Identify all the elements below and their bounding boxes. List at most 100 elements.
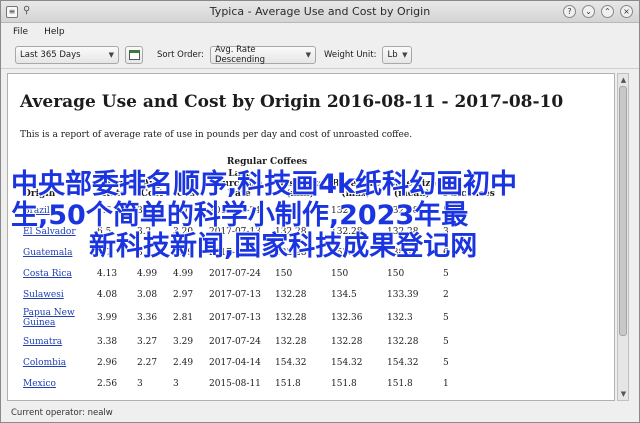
menu-help[interactable]: Help <box>44 27 65 37</box>
table-cell: 151.8 <box>387 378 413 389</box>
calendar-icon <box>128 49 140 60</box>
table-cell: 2.56 <box>97 378 118 389</box>
app-menu-icon[interactable]: ≡ <box>6 6 18 18</box>
scrollbar-thumb[interactable] <box>619 86 627 336</box>
table-cell: 2015-08-11 <box>209 378 261 389</box>
report-table: Regular Coffees Origin Avg Rate Avg Cost La… <box>20 156 498 394</box>
group-header: Regular Coffees <box>226 157 308 167</box>
table-cell: 2017-07-13 <box>209 289 261 300</box>
table-cell: 132.28 <box>387 226 419 237</box>
origin-link[interactable]: Guatemala <box>20 242 94 263</box>
table-row: Papua New Guinea 3.99 3.36 2.81 2017-07-13 13… <box>20 305 498 331</box>
scroll-down-icon[interactable]: ▼ <box>619 389 628 399</box>
table-cell: 132.28 <box>387 336 419 347</box>
table-row: Colombia 2.96 2.27 2.49 2017-04-14 154.32 154.… <box>20 352 498 373</box>
table-cell: 3.0 <box>173 205 188 216</box>
table-cell: 131.2 <box>275 205 301 216</box>
sort-order-select[interactable]: Avg. Rate Descending ▼ <box>210 44 316 65</box>
table-cell: 132.36 <box>331 313 363 323</box>
table-cell: 154.32 <box>331 357 363 368</box>
report-view[interactable]: Average Use and Cost by Origin 2016-08-1… <box>7 73 615 401</box>
table-cell: 4.99 <box>173 268 194 279</box>
table-cell: 132.28 <box>275 226 307 237</box>
column-header: Last Cost <box>176 179 200 199</box>
origin-link[interactable]: Costa Rica <box>20 263 94 284</box>
table-cell: 152.12 <box>331 247 363 258</box>
table-row: El Salvador 6.5 3.2 3.20 2017-07-13 132.28 132… <box>20 221 498 242</box>
weight-unit-label: Weight Unit: <box>324 49 377 60</box>
column-header: Avg Rate <box>102 179 126 199</box>
table-cell: 132.3 <box>331 205 357 216</box>
table-cell: 2.81 <box>173 313 194 323</box>
table-cell: 132.28 <box>331 336 363 347</box>
table-cell: 3.29 <box>173 336 194 347</box>
table-cell: 2017-07-24 <box>209 336 261 347</box>
sort-order-value: Avg. Rate Descending <box>215 44 266 65</box>
menu-file[interactable]: File <box>13 27 28 37</box>
table-cell: 3.2 <box>137 226 152 237</box>
origin-link[interactable]: Papua New Guinea <box>20 305 94 331</box>
table-cell: 2017-07-24 <box>209 247 261 258</box>
column-header: Origin <box>23 189 56 199</box>
table-cell: 132.28 <box>275 336 307 347</box>
minimize-icon[interactable]: ⌄ <box>582 5 595 18</box>
table-row: Costa Rica 4.13 4.99 4.99 2017-07-24 150 150 15… <box>20 263 498 284</box>
table-cell: 6 <box>443 247 449 258</box>
weight-unit-value: Lb <box>387 49 398 60</box>
scroll-up-icon[interactable]: ▲ <box>619 75 628 85</box>
table-cell: 150 <box>387 268 405 279</box>
table-cell: 4.7 <box>97 247 112 258</box>
column-header: Purchases <box>443 189 495 199</box>
table-cell: 3.89 <box>173 247 194 258</box>
table-cell: 5 <box>443 336 449 347</box>
close-icon[interactable]: × <box>620 5 633 18</box>
table-cell: 4.13 <box>97 268 118 279</box>
table-row: Guatemala 4.7 3.4 3.89 2017-07-24 132.28 152.1… <box>20 242 498 263</box>
date-range-select[interactable]: Last 365 Days ▼ <box>15 45 119 64</box>
origin-link[interactable]: Mexico <box>20 373 94 394</box>
origin-link[interactable]: Colombia <box>20 352 94 373</box>
table-cell: 2.27 <box>137 357 158 368</box>
column-header: Base Size (mean) <box>387 179 437 199</box>
table-cell: 150 <box>331 268 349 279</box>
maximize-icon[interactable]: ⌃ <box>601 5 614 18</box>
table-cell: 9.6 <box>97 205 112 216</box>
date-range-value: Last 365 Days <box>20 49 81 60</box>
calendar-button[interactable] <box>125 45 143 64</box>
toolbar: Last 365 Days ▼ Sort Order: Avg. Rate De… <box>1 41 639 69</box>
vertical-scrollbar[interactable]: ▲ ▼ <box>617 73 629 401</box>
origin-link[interactable]: Brazil <box>20 200 94 221</box>
column-header: Avg Cost <box>140 179 164 199</box>
table-cell: 3 <box>137 378 143 389</box>
pin-icon[interactable]: ⚲ <box>23 5 30 16</box>
table-cell: 154.32 <box>387 357 419 368</box>
table-cell: 151.8 <box>275 378 301 389</box>
table-cell: 3.12 <box>137 205 158 216</box>
weight-unit-select[interactable]: Lb ▼ <box>382 45 413 64</box>
table-cell: 150 <box>275 268 293 279</box>
table-cell: 133.39 <box>387 289 419 300</box>
origin-link[interactable]: Sulawesi <box>20 284 94 305</box>
table-cell: 2017-07-24 <box>209 268 261 279</box>
table-cell: 132.28 <box>275 247 307 258</box>
help-icon[interactable]: ? <box>563 5 576 18</box>
origin-link[interactable]: Sumatra <box>20 331 94 352</box>
table-header-row: Origin Avg Rate Avg Cost Last Cost Last Purc… <box>20 168 498 200</box>
table-cell: 5 <box>443 357 449 368</box>
chevron-down-icon: ▼ <box>108 50 114 59</box>
table-cell: 5 <box>443 268 449 279</box>
window-title: Typica - Average Use and Cost by Origin <box>209 5 431 18</box>
table-cell: 2.96 <box>97 357 118 368</box>
table-cell: 3.4 <box>137 247 152 258</box>
table-cell: 3.27 <box>137 336 158 347</box>
table-cell: 2.97 <box>173 289 194 300</box>
table-cell: 5 <box>443 313 449 323</box>
table-cell: 2 <box>443 289 449 300</box>
table-row: Brazil 9.6 3.12 3.0 2017-07-24 131.2 132.3 132.… <box>20 200 498 221</box>
origin-link[interactable]: El Salvador <box>20 221 94 242</box>
table-cell: 3 <box>443 226 449 237</box>
table-cell: 138.12 <box>387 247 419 258</box>
table-row: Sulawesi 4.08 3.08 2.97 2017-07-13 132.28 134.… <box>20 284 498 305</box>
table-row: Sumatra 3.38 3.27 3.29 2017-07-24 132.28 132.2… <box>20 331 498 352</box>
main-window: ≡ ⚲ Typica - Average Use and Cost by Ori… <box>0 0 640 423</box>
